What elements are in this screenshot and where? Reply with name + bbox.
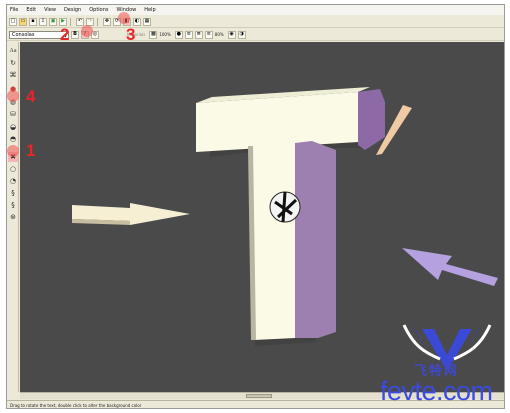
render-icon[interactable]: ▣ — [49, 17, 57, 26]
twist-icon[interactable]: § — [8, 188, 18, 198]
menu-bar: File Edit View Design Options Window Hel… — [7, 5, 504, 15]
zoom-icon[interactable]: ● — [174, 30, 183, 39]
app-window: File Edit View Design Options Window Hel… — [6, 4, 505, 409]
light-icon[interactable]: ▦ — [143, 17, 151, 26]
undo-icon[interactable]: ↶ — [76, 17, 84, 26]
canvas-viewport[interactable] — [20, 42, 504, 392]
stem-side — [295, 141, 336, 338]
menu-edit[interactable]: Edit — [26, 7, 36, 13]
bold-icon[interactable]: B — [71, 30, 79, 39]
stem-front — [250, 143, 295, 340]
right-arrow — [402, 248, 498, 286]
menu-file[interactable]: File — [10, 7, 18, 13]
font-select-value: Consolas — [12, 31, 35, 38]
wing-right-icon — [467, 323, 482, 349]
menu-help[interactable]: Help — [144, 7, 155, 13]
export-icon[interactable]: ⇩ — [39, 17, 47, 26]
paint-bucket-icon[interactable]: ⛁ — [8, 109, 18, 119]
save-icon[interactable]: ▪ — [29, 17, 37, 26]
rotate-tool-icon[interactable]: ↻ — [8, 58, 18, 68]
highlight-circle-1 — [7, 145, 19, 157]
depth-value: 80% — [214, 32, 224, 37]
toolbar-separator — [97, 17, 98, 26]
watermark-site: fevte.com — [380, 376, 493, 406]
toolbar-separator — [70, 17, 71, 26]
open-folder-icon[interactable]: ▭ — [19, 17, 27, 26]
texture-swatch[interactable]: ▩ — [149, 30, 158, 39]
lighting-icon[interactable]: ◒ — [8, 122, 18, 132]
highlight-circle-4 — [7, 90, 19, 102]
clear-icon[interactable]: ○ — [8, 164, 18, 174]
shadow-icon[interactable]: ◑ — [237, 30, 246, 39]
scroll-icon[interactable]: ⊛ — [8, 212, 18, 222]
annotation-1: 1 — [26, 141, 36, 160]
zoom-value: 100% — [159, 32, 171, 37]
scrollbar-thumb[interactable] — [246, 394, 272, 398]
new-document-icon[interactable]: □ — [9, 17, 17, 26]
crossbar-side — [358, 89, 385, 150]
gradient-icon[interactable]: ◔ — [8, 176, 18, 186]
move-icon[interactable]: ✥ — [103, 17, 111, 26]
text-style-button[interactable]: Aa — [8, 46, 18, 56]
highlight-circle-3 — [118, 12, 130, 24]
texture-icon[interactable]: ◓ — [8, 134, 18, 144]
menu-view[interactable]: View — [44, 7, 56, 13]
annotation-2: 2 — [60, 25, 70, 44]
depth-icon[interactable]: ◉ — [227, 30, 236, 39]
curve-icon[interactable]: § — [8, 200, 18, 210]
align-center-icon[interactable]: ≣ — [194, 30, 203, 39]
annotation-4: 4 — [26, 87, 36, 106]
shape-tool-icon[interactable]: ⌘ — [8, 70, 18, 80]
align-left-icon[interactable]: ≡ — [184, 30, 193, 39]
highlight-circle-2 — [81, 25, 93, 37]
menu-design[interactable]: Design — [64, 7, 81, 13]
annotation-3: 3 — [126, 25, 136, 44]
align-right-icon[interactable]: ≡ — [204, 30, 213, 39]
wing-left-icon — [412, 323, 427, 349]
menu-options[interactable]: Options — [89, 7, 108, 13]
